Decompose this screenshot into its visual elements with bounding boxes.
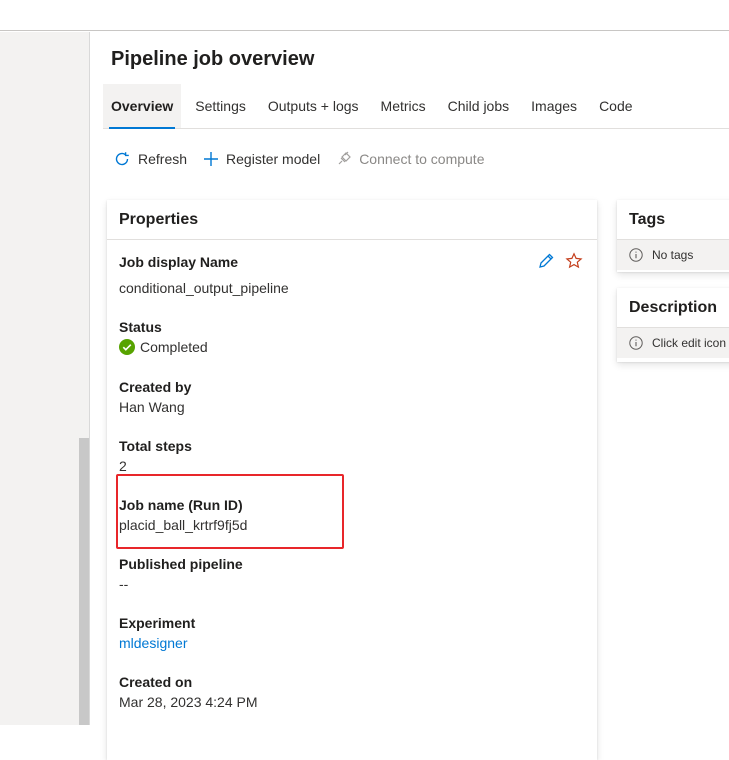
experiment-link[interactable]: mldesigner: [119, 633, 195, 653]
prop-label: Total steps: [119, 438, 192, 454]
prop-value: --: [119, 576, 129, 592]
register-model-button[interactable]: Register model: [203, 151, 320, 167]
tab-settings[interactable]: Settings: [187, 84, 254, 128]
prop-total-steps: Total steps 2: [119, 436, 192, 476]
tab-images[interactable]: Images: [523, 84, 585, 128]
edit-icon[interactable]: [537, 252, 555, 275]
description-title: Description: [617, 288, 729, 328]
scrollbar[interactable]: [79, 438, 89, 725]
info-icon: [629, 336, 643, 350]
prop-value: Han Wang: [119, 399, 185, 415]
prop-label: Created by: [119, 379, 192, 395]
highlight-box: [116, 474, 344, 549]
description-card: Description Click edit icon: [617, 288, 729, 362]
star-icon[interactable]: [565, 252, 583, 275]
prop-label: Published pipeline: [119, 556, 243, 572]
prop-published-pipeline: Published pipeline --: [119, 554, 243, 594]
prop-value: Mar 28, 2023 4:24 PM: [119, 694, 258, 710]
prop-experiment: Experiment mldesigner: [119, 613, 195, 653]
tags-title: Tags: [617, 200, 729, 240]
connect-to-compute-label: Connect to compute: [359, 151, 485, 167]
left-navigation: [0, 32, 90, 725]
tab-metrics[interactable]: Metrics: [373, 84, 434, 128]
properties-actions: [527, 252, 583, 275]
description-empty-text: Click edit icon: [652, 336, 727, 350]
tab-bar: Overview Settings Outputs + logs Metrics…: [103, 84, 729, 129]
main-content: Pipeline job overview Overview Settings …: [91, 32, 729, 760]
status-value: Completed: [140, 339, 208, 355]
refresh-icon: [115, 152, 129, 166]
tab-overview[interactable]: Overview: [103, 84, 182, 129]
page-title: Pipeline job overview: [111, 48, 315, 70]
tags-empty-text: No tags: [652, 248, 694, 262]
connect-to-compute-button[interactable]: Connect to compute: [336, 151, 484, 167]
register-model-label: Register model: [226, 151, 321, 167]
properties-title: Properties: [107, 200, 597, 240]
prop-created-by: Created by Han Wang: [119, 377, 191, 417]
prop-value: conditional_output_pipeline: [119, 280, 289, 296]
prop-label: Created on: [119, 674, 193, 690]
prop-created-on: Created on Mar 28, 2023 4:24 PM: [119, 672, 258, 712]
plug-icon: [338, 151, 352, 165]
command-bar: Refresh Register model Connect to comput…: [113, 148, 500, 170]
status-badge: Completed: [119, 337, 208, 357]
tab-outputs-logs[interactable]: Outputs + logs: [260, 84, 367, 128]
add-icon: [204, 152, 219, 166]
prop-job-display-name: Job display Name conditional_output_pipe…: [119, 252, 289, 298]
prop-value: 2: [119, 458, 127, 474]
prop-label: Job display Name: [119, 254, 239, 270]
top-bar: [0, 0, 729, 31]
tags-empty-row: No tags: [617, 240, 729, 270]
description-empty-row: Click edit icon: [617, 328, 729, 358]
info-icon: [629, 248, 643, 262]
status-check-icon: [119, 339, 135, 355]
tags-card: Tags No tags: [617, 200, 729, 272]
refresh-button[interactable]: Refresh: [113, 150, 187, 168]
prop-label: Status: [119, 319, 162, 335]
tab-child-jobs[interactable]: Child jobs: [440, 84, 517, 128]
tab-code[interactable]: Code: [591, 84, 640, 128]
prop-status: Status Completed: [119, 317, 208, 357]
refresh-label: Refresh: [138, 151, 188, 167]
prop-label: Experiment: [119, 615, 196, 631]
